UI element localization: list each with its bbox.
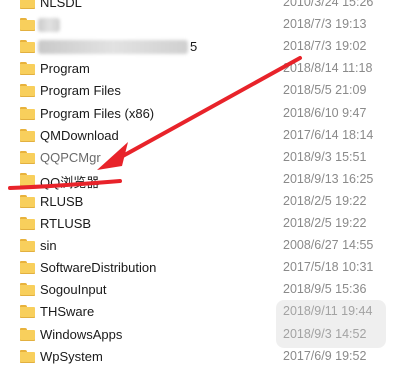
annotation-arrow: [110, 56, 302, 164]
watermark: [276, 300, 386, 348]
annotation-arrowhead: [97, 142, 128, 170]
annotation-underline: [8, 179, 122, 190]
